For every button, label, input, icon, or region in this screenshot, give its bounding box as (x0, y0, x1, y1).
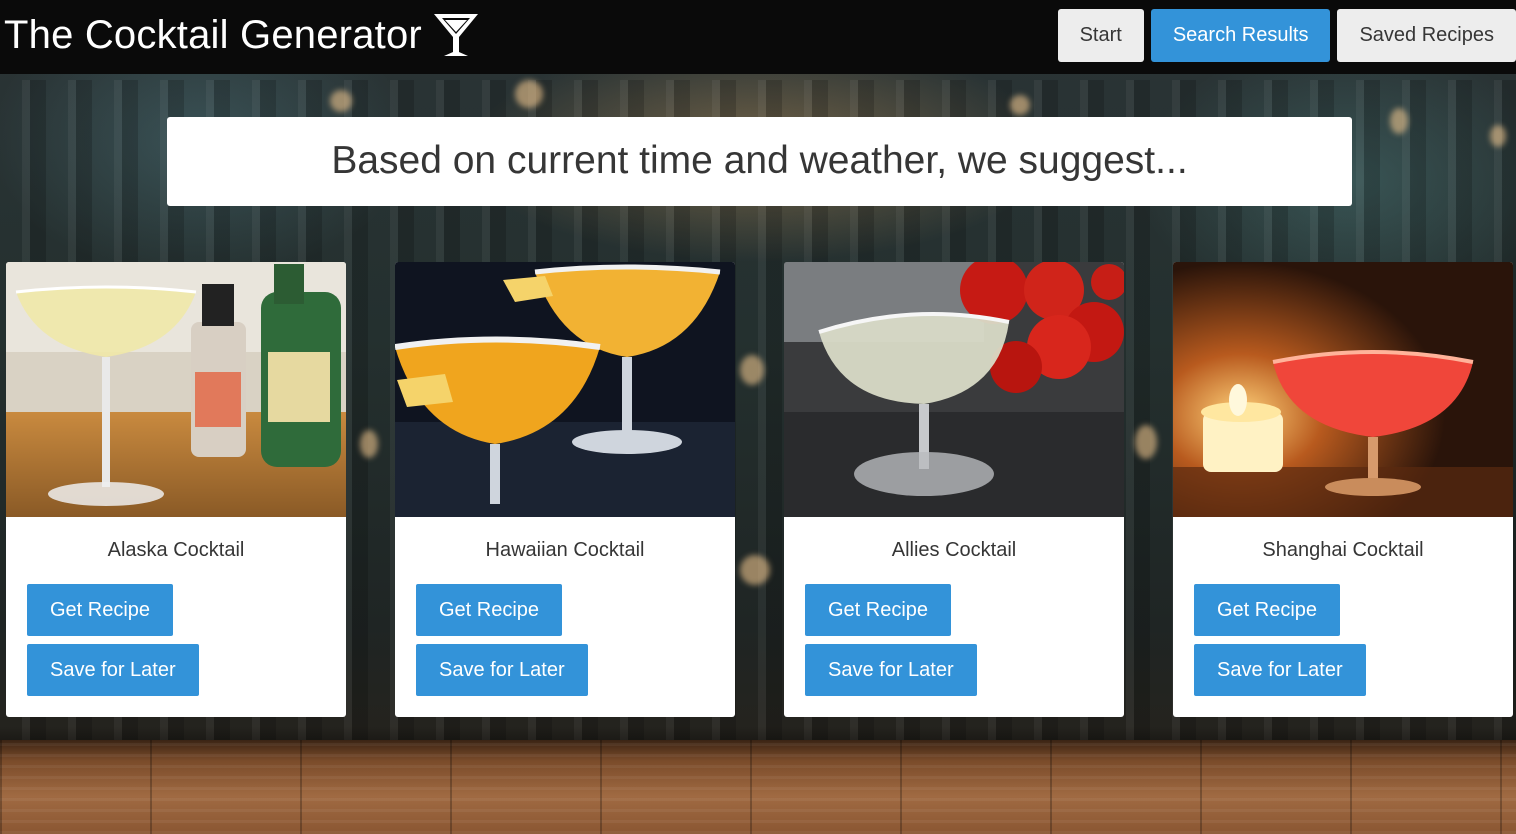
top-navbar: The Cocktail Generator Start Search Resu… (0, 0, 1516, 74)
save-for-later-button[interactable]: Save for Later (1194, 644, 1366, 696)
cocktail-photo (6, 262, 346, 517)
martini-glass-icon (430, 8, 482, 62)
nav-buttons: Start Search Results Saved Recipes (1057, 0, 1516, 74)
bokeh-light (515, 80, 543, 108)
save-for-later-button[interactable]: Save for Later (27, 644, 199, 696)
cocktail-card: Hawaiian Cocktail Get Recipe Save for La… (395, 262, 735, 717)
cocktail-card: Allies Cocktail Get Recipe Save for Late… (784, 262, 1124, 717)
cocktail-name: Hawaiian Cocktail (485, 539, 645, 561)
app-title: The Cocktail Generator (4, 12, 422, 57)
search-results-button[interactable]: Search Results (1150, 9, 1331, 62)
wooden-counter (0, 740, 1516, 834)
save-for-later-button[interactable]: Save for Later (416, 644, 588, 696)
cocktail-name: Alaska Cocktail (107, 539, 245, 561)
suggestion-banner: Based on current time and weather, we su… (167, 117, 1352, 206)
bokeh-light (1135, 425, 1157, 459)
bokeh-light (330, 90, 352, 112)
bokeh-light (740, 355, 764, 385)
get-recipe-button[interactable]: Get Recipe (805, 584, 952, 636)
get-recipe-button[interactable]: Get Recipe (27, 584, 174, 636)
bokeh-light (1490, 125, 1506, 147)
get-recipe-button[interactable]: Get Recipe (1194, 584, 1341, 636)
save-for-later-button[interactable]: Save for Later (805, 644, 977, 696)
get-recipe-button[interactable]: Get Recipe (416, 584, 563, 636)
brand[interactable]: The Cocktail Generator (4, 8, 482, 62)
saved-recipes-button[interactable]: Saved Recipes (1337, 9, 1516, 62)
cocktail-card: Alaska Cocktail Get Recipe Save for Late… (6, 262, 346, 717)
cocktail-name: Shanghai Cocktail (1262, 539, 1424, 561)
bokeh-light (1390, 108, 1408, 134)
start-button[interactable]: Start (1057, 9, 1144, 62)
cocktail-photo (395, 262, 735, 517)
cocktail-name: Allies Cocktail (891, 539, 1017, 561)
suggestion-heading: Based on current time and weather, we su… (331, 138, 1188, 182)
cocktail-card: Shanghai Cocktail Get Recipe Save for La… (1173, 262, 1513, 717)
bokeh-light (1010, 95, 1030, 115)
cocktail-photo (784, 262, 1124, 517)
bokeh-light (360, 430, 378, 458)
bokeh-light (740, 555, 770, 585)
cocktail-photo (1173, 262, 1513, 517)
